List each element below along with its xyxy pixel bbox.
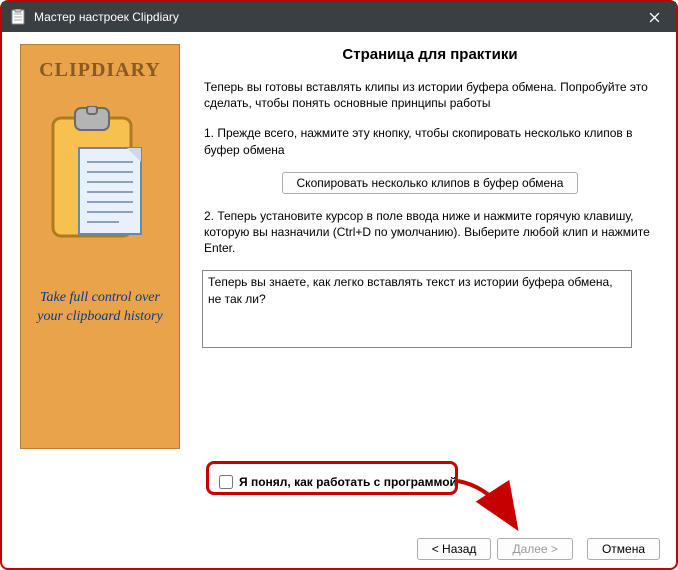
understood-label[interactable]: Я понял, как работать с программой xyxy=(239,475,457,489)
app-icon xyxy=(10,9,26,25)
titlebar: Мастер настроек Clipdiary xyxy=(2,2,676,32)
step1-text: 1. Прежде всего, нажмите эту кнопку, что… xyxy=(204,125,652,157)
main-content: Страница для практики Теперь вы готовы в… xyxy=(202,44,658,524)
step2-text: 2. Теперь установите курсор в поле ввода… xyxy=(204,208,652,257)
sidebar: CLIPDIARY Take full xyxy=(20,44,180,449)
copy-clips-button[interactable]: Скопировать несколько клипов в буфер обм… xyxy=(282,172,579,194)
sidebar-logo: CLIPDIARY xyxy=(39,59,161,82)
clipboard-icon xyxy=(45,106,155,259)
intro-text: Теперь вы готовы вставлять клипы из исто… xyxy=(204,79,652,111)
wizard-buttons: < Назад Далее > Отмена xyxy=(417,538,660,560)
cancel-button[interactable]: Отмена xyxy=(587,538,660,560)
back-button[interactable]: < Назад xyxy=(417,538,492,560)
window-title: Мастер настроек Clipdiary xyxy=(34,10,632,24)
sidebar-tagline: Take full control over your clipboard hi… xyxy=(27,289,173,327)
page-heading: Страница для практики xyxy=(202,46,658,63)
understood-checkbox[interactable] xyxy=(219,475,233,489)
practice-textarea[interactable] xyxy=(202,270,632,348)
close-button[interactable] xyxy=(632,2,676,32)
next-button[interactable]: Далее > xyxy=(497,538,573,560)
